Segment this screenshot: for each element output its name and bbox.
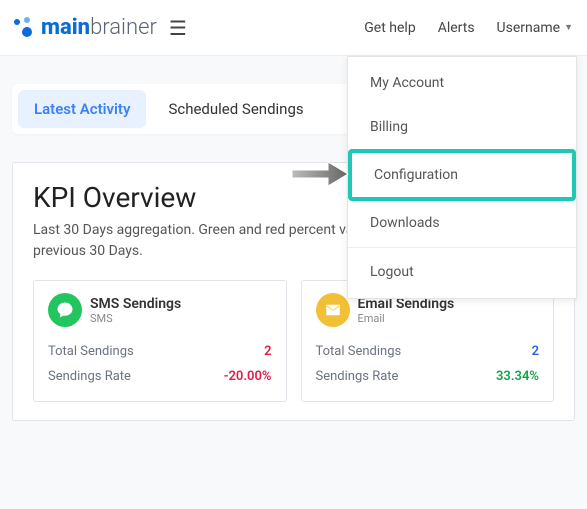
username-menu[interactable]: Username ▼ xyxy=(497,20,573,36)
sms-card-title: SMS Sendings xyxy=(90,296,181,312)
sms-total-label: Total Sendings xyxy=(48,344,134,359)
chevron-down-icon: ▼ xyxy=(564,22,573,33)
menu-separator xyxy=(348,247,576,248)
hamburger-icon[interactable]: ☰ xyxy=(169,16,187,40)
logo-dots-icon xyxy=(14,17,36,39)
highlight-configuration: Configuration xyxy=(348,149,576,201)
card-sms: SMS Sendings SMS Total Sendings 2 Sendin… xyxy=(33,280,287,402)
user-dropdown: My Account Billing Configuration Downloa… xyxy=(347,56,577,299)
topbar: mainbrainer ☰ Get help Alerts Username ▼… xyxy=(0,0,587,56)
tab-latest-activity[interactable]: Latest Activity xyxy=(18,90,146,128)
email-icon xyxy=(316,293,350,327)
menu-my-account[interactable]: My Account xyxy=(348,61,576,105)
tab-scheduled-sendings[interactable]: Scheduled Sendings xyxy=(152,90,319,128)
topnav: Get help Alerts Username ▼ xyxy=(364,20,573,36)
sms-rate-value: -20.00% xyxy=(224,369,272,384)
email-total-label: Total Sendings xyxy=(316,344,402,359)
email-total-value: 2 xyxy=(532,344,539,359)
menu-billing[interactable]: Billing xyxy=(348,105,576,149)
sms-icon xyxy=(48,293,82,327)
logo-text: mainbrainer xyxy=(41,15,157,40)
alerts-link[interactable]: Alerts xyxy=(438,20,475,36)
get-help-link[interactable]: Get help xyxy=(364,20,415,36)
sms-total-value: 2 xyxy=(264,344,271,359)
menu-configuration[interactable]: Configuration xyxy=(352,153,572,197)
logo[interactable]: mainbrainer xyxy=(14,15,157,40)
tutorial-arrow-icon xyxy=(290,158,350,190)
menu-logout[interactable]: Logout xyxy=(348,250,576,294)
email-rate-value: 33.34% xyxy=(496,369,539,384)
email-card-subtitle: Email xyxy=(358,312,455,325)
username-label: Username xyxy=(497,20,561,36)
email-rate-label: Sendings Rate xyxy=(316,369,399,384)
menu-downloads[interactable]: Downloads xyxy=(348,201,576,245)
sms-card-subtitle: SMS xyxy=(90,312,181,325)
sms-rate-label: Sendings Rate xyxy=(48,369,131,384)
